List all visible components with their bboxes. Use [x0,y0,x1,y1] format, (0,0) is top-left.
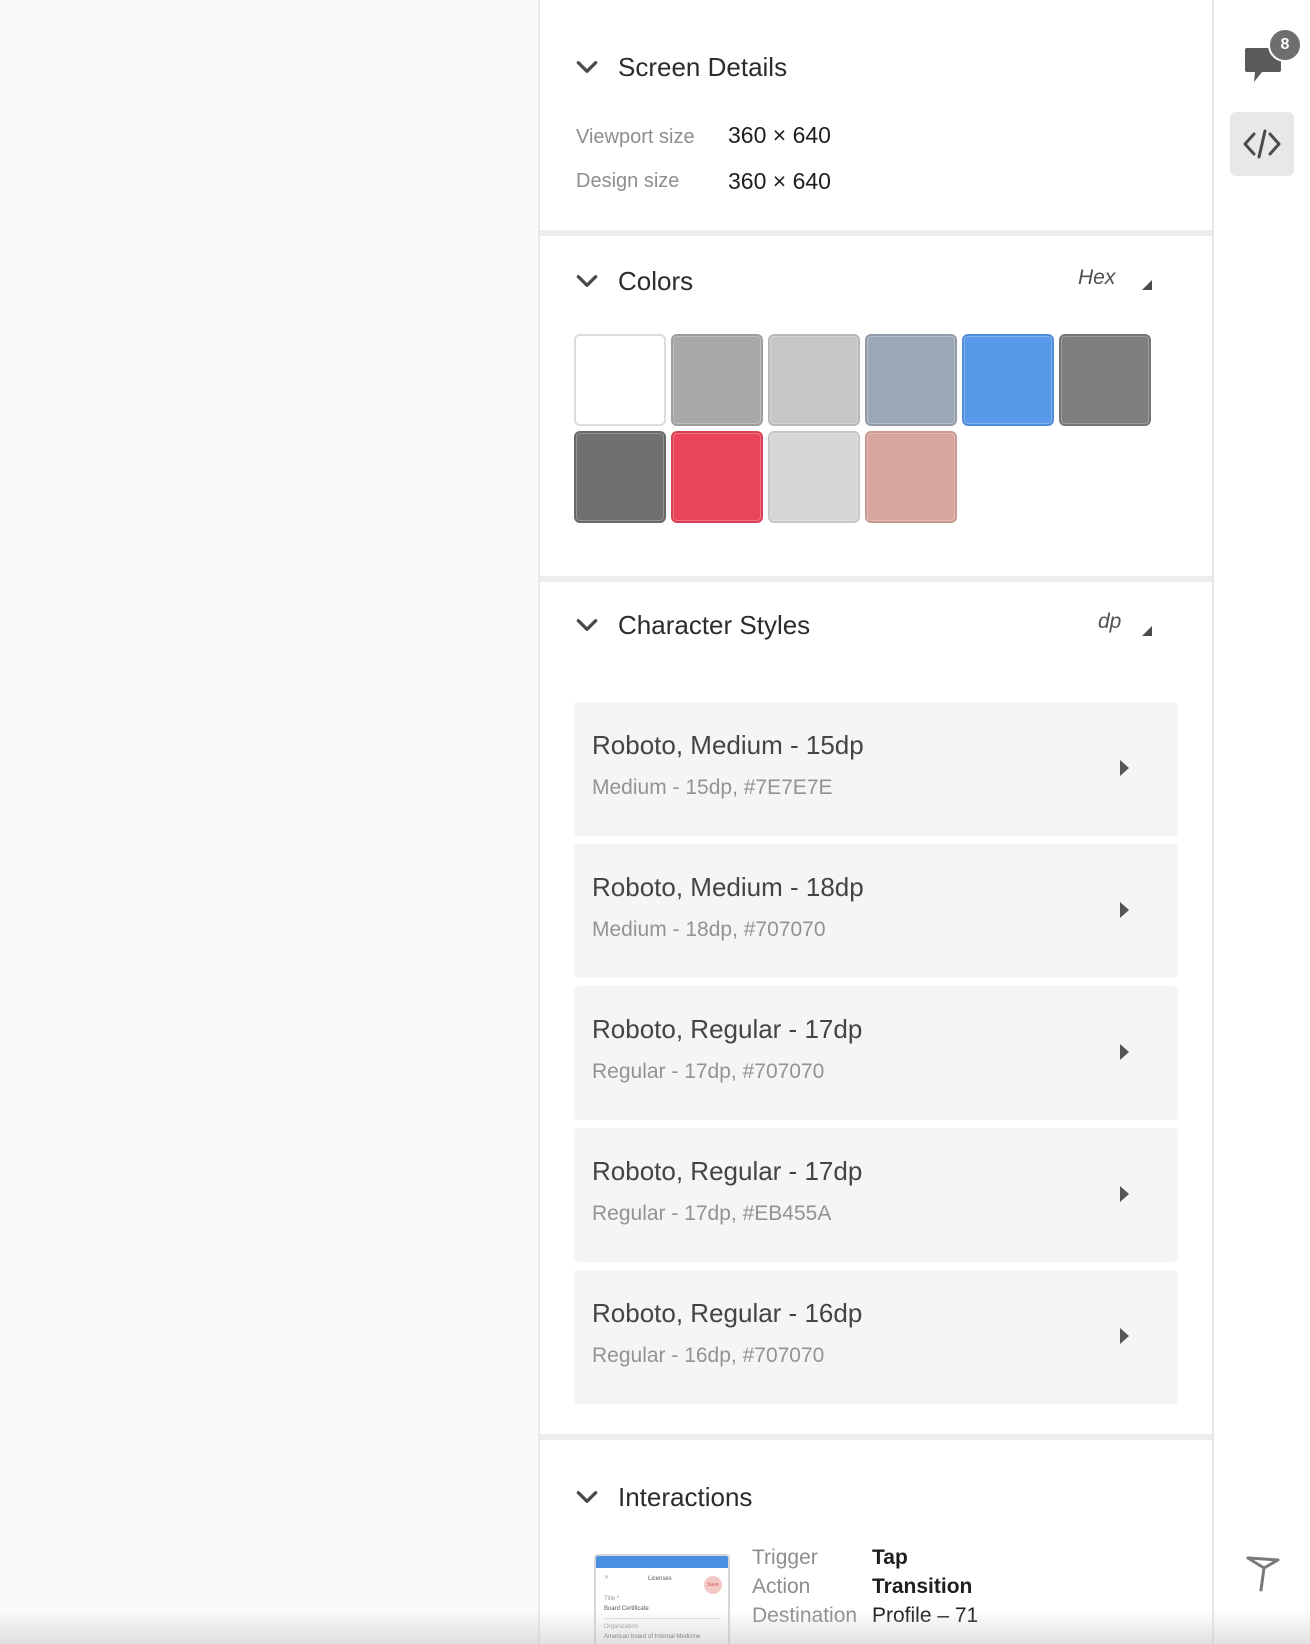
viewport-size-value: 360 × 640 [728,122,831,148]
character-style-details: Medium - 15dp, #7E7E7E [592,776,833,799]
character-style-title: Roboto, Regular - 16dp [592,1298,863,1328]
color-swatch[interactable] [865,431,957,523]
dropdown-caret-icon[interactable] [1142,280,1152,290]
color-swatch[interactable] [962,334,1054,426]
color-swatch[interactable] [574,431,666,523]
thumbnail-org-label: Organization [604,1624,639,1630]
character-style-title: Roboto, Medium - 18dp [592,872,864,902]
character-style-details: Regular - 17dp, #707070 [592,1060,825,1083]
colors-title: Colors [618,265,694,296]
color-swatch[interactable] [574,334,666,426]
character-style-item[interactable]: Roboto, Regular - 16dp Regular - 16dp, #… [574,1270,1178,1404]
color-swatch[interactable] [865,334,957,426]
chevron-down-icon [576,1491,598,1503]
character-styles-header[interactable]: Character Styles [574,608,810,642]
interactions-header[interactable]: Interactions [574,1480,752,1514]
character-styles-title: Character Styles [618,609,811,640]
action-label: Action [752,1575,811,1598]
interactions-title: Interactions [618,1481,753,1512]
color-swatch[interactable] [1059,334,1151,426]
destination-thumbnail[interactable]: ✕ Licenses Save Title * Board Certificat… [594,1554,730,1644]
expand-arrow-icon [1120,902,1129,918]
colors-section: Colors Hex [540,236,1212,576]
chevron-down-icon [576,61,598,73]
character-style-details: Regular - 16dp, #707070 [592,1344,825,1367]
colors-header[interactable]: Colors [574,264,693,298]
chevron-down-icon [576,275,598,287]
character-style-item[interactable]: Roboto, Regular - 17dp Regular - 17dp, #… [574,986,1178,1120]
color-swatch[interactable] [671,334,763,426]
trigger-label: Trigger [752,1546,818,1569]
code-view-button[interactable] [1230,112,1294,176]
character-style-details: Medium - 18dp, #707070 [592,918,826,941]
thumbnail-status-bar [596,1556,728,1568]
character-style-details: Regular - 17dp, #EB455A [592,1202,832,1225]
destination-label: Destination [752,1604,858,1627]
right-toolbar: 8 [1214,0,1310,1644]
character-style-item[interactable]: Roboto, Regular - 17dp Regular - 17dp, #… [574,1128,1178,1262]
thumbnail-field-value: Board Certificate [604,1606,649,1612]
expand-arrow-icon [1120,760,1129,776]
thumbnail-org-value: American board of Internal Medicine [604,1634,701,1640]
screen-details-title: Screen Details [618,51,788,82]
action-value: Transition [872,1575,973,1598]
design-size-label: Design size [576,170,680,192]
close-icon: ✕ [604,1575,610,1581]
color-swatch[interactable] [768,431,860,523]
interactions-section: Interactions ✕ Licenses Save Title * Boa… [540,1440,1212,1644]
expand-arrow-icon [1120,1328,1129,1344]
color-swatch[interactable] [768,334,860,426]
design-canvas [0,0,538,1644]
character-styles-section: Character Styles dp Roboto, Medium - 15d… [540,582,1212,1434]
thumbnail-divider [604,1618,720,1619]
character-style-title: Roboto, Regular - 17dp [592,1014,863,1044]
chevron-down-icon [576,619,598,631]
character-style-title: Roboto, Regular - 17dp [592,1156,863,1186]
design-size-value: 360 × 640 [728,168,831,194]
trigger-value: Tap [872,1546,908,1569]
comment-count-badge[interactable]: 8 [1268,28,1302,62]
inspect-panel: Screen Details Viewport size 360 × 640 D… [538,0,1214,1644]
thumbnail-field-label: Title * [604,1596,620,1602]
flag-icon[interactable] [1244,1554,1282,1594]
viewport-size-label: Viewport size [576,126,695,148]
unit-selector[interactable]: dp [1098,610,1121,634]
color-swatch[interactable] [671,431,763,523]
character-style-item[interactable]: Roboto, Medium - 15dp Medium - 15dp, #7E… [574,702,1178,836]
expand-arrow-icon [1120,1186,1129,1202]
character-style-item[interactable]: Roboto, Medium - 18dp Medium - 18dp, #70… [574,844,1178,978]
screen-details-header[interactable]: Screen Details [574,50,787,84]
character-style-title: Roboto, Medium - 15dp [592,730,864,760]
dropdown-caret-icon[interactable] [1142,626,1152,636]
color-format-selector[interactable]: Hex [1078,266,1115,290]
code-icon [1243,129,1281,159]
expand-arrow-icon [1120,1044,1129,1060]
thumbnail-save: Save [704,1576,722,1594]
screen-details-section: Screen Details Viewport size 360 × 640 D… [540,0,1212,230]
destination-value[interactable]: Profile – 71 [872,1604,978,1628]
thumbnail-title: Licenses [648,1576,672,1582]
